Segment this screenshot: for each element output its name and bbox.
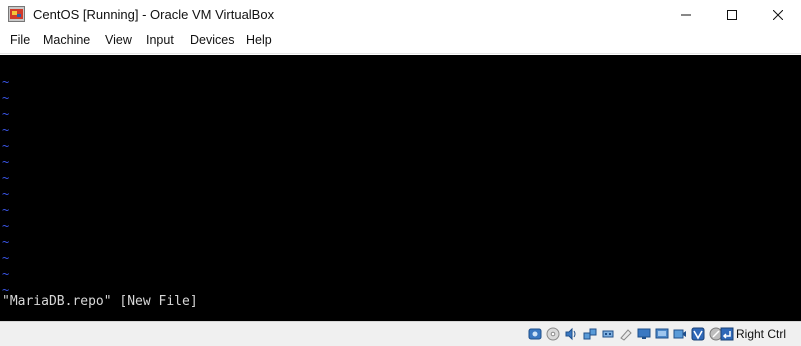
window-title: CentOS [Running] - Oracle VM VirtualBox — [33, 7, 275, 22]
video-capture-icon[interactable] — [655, 327, 669, 341]
menu-view[interactable]: View — [105, 33, 132, 47]
host-key-label: Right Ctrl — [736, 327, 787, 341]
vim-tilde-line: ~ — [2, 203, 10, 217]
menu-input[interactable]: Input — [146, 33, 174, 47]
close-button[interactable] — [755, 0, 801, 30]
vim-tilde-line: ~ — [2, 171, 10, 185]
hard-disk-icon[interactable] — [528, 327, 542, 341]
vim-tilde-line: ~ — [2, 267, 10, 281]
vim-tilde-line: ~ — [2, 139, 10, 153]
vim-tilde-line: ~ — [2, 251, 10, 265]
vim-empty-line-markers: ~ ~ ~ ~ ~ ~ ~ ~ ~ ~ ~ ~ ~ ~ — [2, 74, 14, 298]
vm-console-screen[interactable]: ~ ~ ~ ~ ~ ~ ~ ~ ~ ~ ~ ~ ~ ~ "MariaDB.rep… — [0, 55, 801, 321]
close-icon — [773, 10, 783, 20]
title-bar: CentOS [Running] - Oracle VM VirtualBox — [0, 0, 801, 30]
vim-tilde-line: ~ — [2, 91, 10, 105]
shared-folders-icon[interactable] — [619, 327, 633, 341]
vim-tilde-line: ~ — [2, 123, 10, 137]
menu-file[interactable]: File — [10, 33, 30, 47]
menu-devices[interactable]: Devices — [190, 33, 234, 47]
vim-status-line: "MariaDB.repo" [New File] — [2, 294, 198, 309]
menu-machine[interactable]: Machine — [43, 33, 90, 47]
vm-status-bar: Right Ctrl — [0, 321, 801, 346]
vim-tilde-line: ~ — [2, 107, 10, 121]
audio-icon[interactable] — [564, 327, 578, 341]
network-icon[interactable] — [583, 327, 597, 341]
virtualization-icon[interactable] — [691, 327, 705, 341]
optical-drive-icon[interactable] — [546, 327, 560, 341]
vim-tilde-line: ~ — [2, 219, 10, 233]
minimize-icon — [681, 14, 691, 16]
vim-tilde-line: ~ — [2, 75, 10, 89]
menu-bar: File Machine View Input Devices Help — [0, 30, 801, 54]
maximize-button[interactable] — [709, 0, 755, 30]
virtualbox-icon — [8, 6, 25, 22]
usb-icon[interactable] — [601, 327, 615, 341]
display-icon[interactable] — [637, 327, 651, 341]
vim-tilde-line: ~ — [2, 235, 10, 249]
minimize-button[interactable] — [663, 0, 709, 30]
vim-tilde-line: ~ — [2, 155, 10, 169]
menu-help[interactable]: Help — [246, 33, 272, 47]
maximize-icon — [727, 10, 737, 20]
recording-icon[interactable] — [673, 327, 687, 341]
mouse-integration-icon[interactable] — [720, 327, 734, 341]
virtualbox-window: CentOS [Running] - Oracle VM VirtualBox … — [0, 0, 801, 346]
vim-tilde-line: ~ — [2, 187, 10, 201]
